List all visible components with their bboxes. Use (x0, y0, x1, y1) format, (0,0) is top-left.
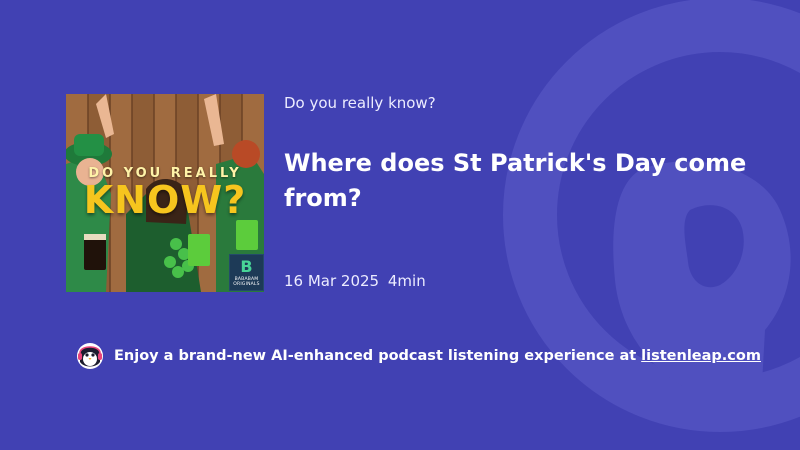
promo-banner: Enjoy a brand-new AI-enhanced podcast li… (76, 342, 761, 370)
publisher-badge: B BABABAM ORIGINALS (229, 254, 264, 291)
podcast-name[interactable]: Do you really know? (284, 94, 436, 112)
episode-meta: 16 Mar 2025 4min (284, 272, 426, 290)
publisher-label: BABABAM ORIGINALS (233, 277, 260, 287)
podcast-cover-image[interactable]: DO YOU REALLY KNOW? B BABABAM ORIGINALS (66, 94, 264, 292)
episode-title: Where does St Patrick's Day come from? (284, 149, 747, 212)
penguin-icon (77, 343, 103, 369)
cover-title-main: KNOW? (83, 178, 247, 222)
promo-text: Enjoy a brand-new AI-enhanced podcast li… (114, 348, 637, 364)
listenleap-link[interactable]: listenleap.com (641, 348, 761, 364)
publisher-logo-icon: B (240, 257, 253, 276)
episode-date: 16 Mar 2025 (284, 272, 380, 290)
episode-duration: 4min (387, 272, 426, 290)
